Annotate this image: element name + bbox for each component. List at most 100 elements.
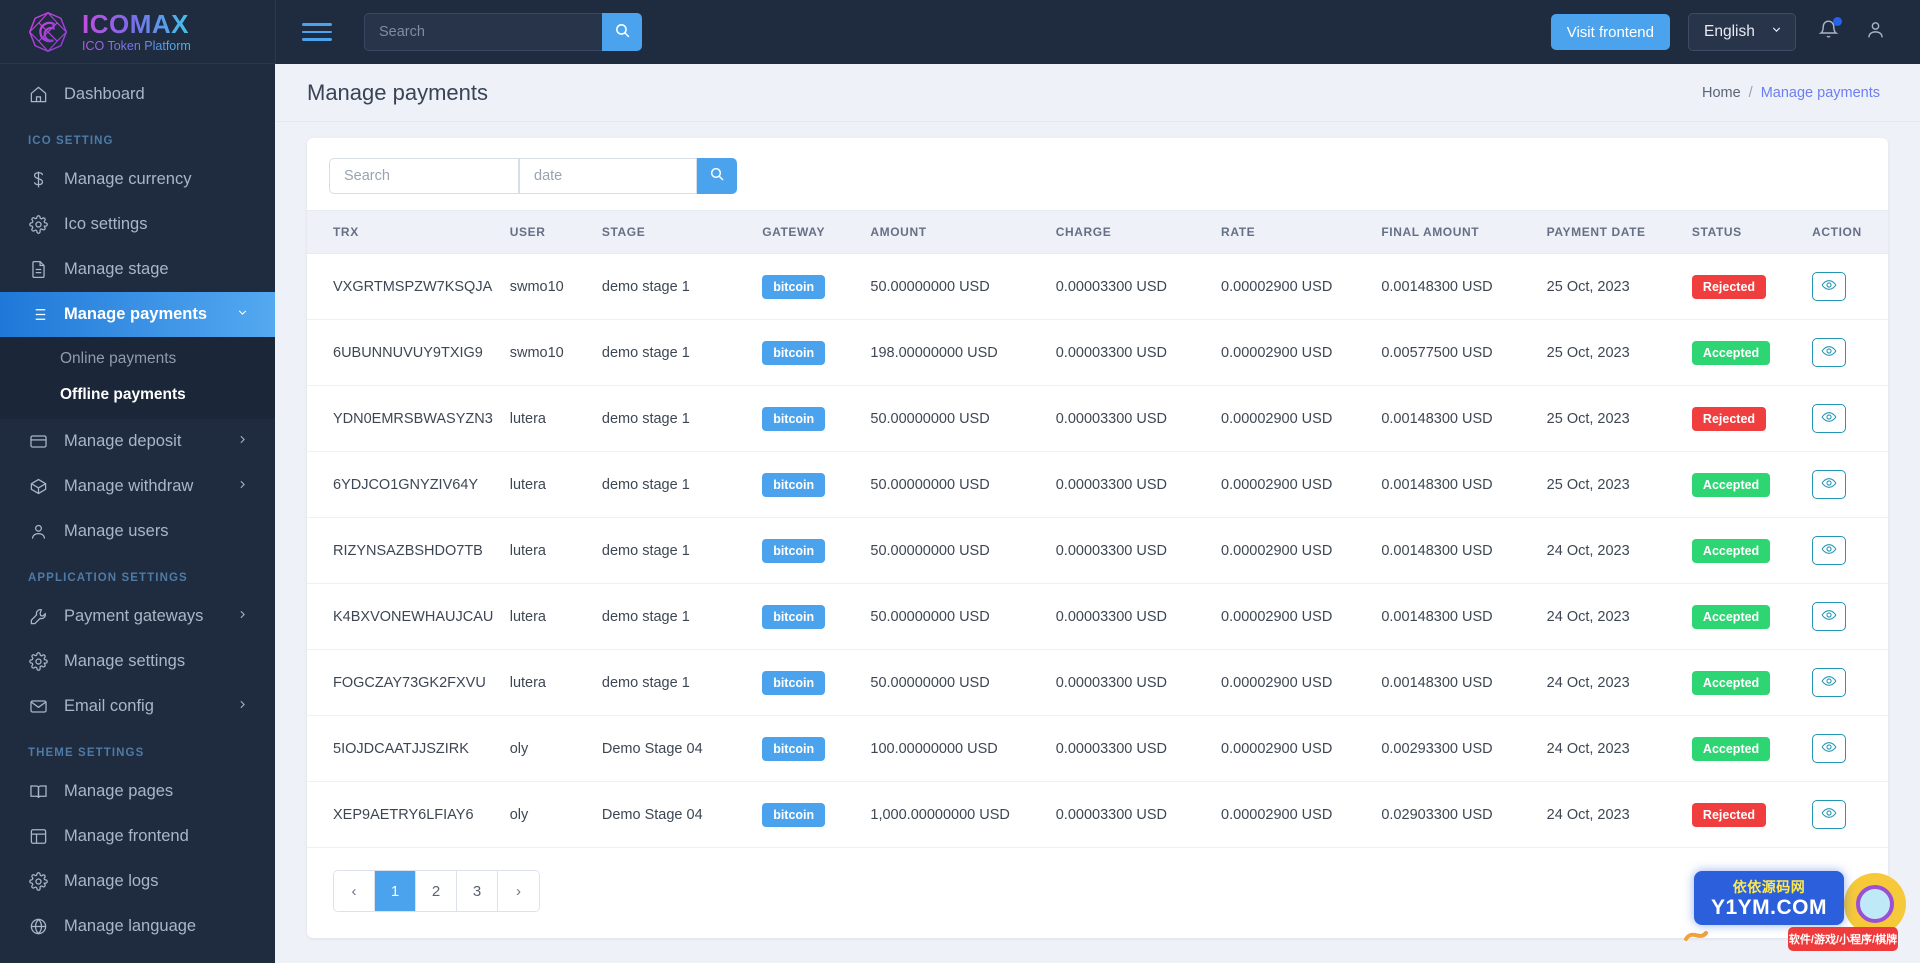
sidebar-item-manage-logs[interactable]: Manage logs [0,859,275,904]
pagination-next[interactable]: › [498,871,539,911]
status-badge: Accepted [1691,736,1771,761]
sidebar-item-manage-deposit[interactable]: Manage deposit [0,419,275,464]
pagination-prev[interactable]: ‹ [334,871,375,911]
topbar-actions: Visit frontend English [1550,13,1890,51]
chevron-right-icon [236,477,249,496]
cell-status: Accepted [1683,517,1805,584]
cell-amount: 50.00000000 USD [862,649,1048,716]
brand[interactable]: ICOMAX ICO Token Platform [0,0,275,64]
notification-badge [1833,17,1842,26]
cell-status: Rejected [1683,781,1805,848]
chevron-right-icon [236,697,249,716]
view-details-button[interactable] [1812,602,1847,631]
pagination-page-1[interactable]: 1 [375,871,416,911]
table-row: 6UBUNNUVUY9TXIG9 swmo10 demo stage 1 bitcoi… [307,319,1888,386]
gear-icon [28,215,48,235]
page-content: TRX USER STAGE GATEWAY AMOUNT CHARGE RAT… [275,122,1920,963]
gateway-badge: bitcoin [762,604,826,629]
sidebar-item-manage-users[interactable]: Manage users [0,509,275,554]
filter-search-input[interactable] [329,158,519,194]
cell-status: Rejected [1683,385,1805,452]
profile-button[interactable] [1861,15,1890,49]
cell-trx: K4BXVONEWHAUJCAU [307,583,502,650]
cell-user: lutera [501,451,594,518]
language-select[interactable]: English [1688,13,1796,51]
view-details-button[interactable] [1812,536,1847,565]
search-button[interactable] [602,13,642,51]
view-details-button[interactable] [1812,470,1847,499]
cell-payment-date: 24 Oct, 2023 [1538,649,1684,716]
sidebar-item-label: Dashboard [64,85,145,103]
breadcrumb-home[interactable]: Home [1702,85,1741,101]
cell-payment-date: 24 Oct, 2023 [1538,715,1684,782]
breadcrumb-separator: / [1748,84,1753,101]
sidebar-subitem-offline-payments[interactable]: Offline payments [0,377,275,413]
gear-icon [28,652,48,672]
table-row: K4BXVONEWHAUJCAU lutera demo stage 1 bitcoi… [307,583,1888,650]
cell-action [1804,253,1888,320]
filter-submit-button[interactable] [697,158,737,194]
cell-charge: 0.00003300 USD [1047,583,1214,650]
cell-stage: demo stage 1 [593,451,755,518]
status-badge: Accepted [1691,538,1771,563]
chevron-down-icon [236,305,249,324]
sidebar-item-email-config[interactable]: Email config [0,684,275,729]
sidebar-item-manage-payments[interactable]: Manage payments [0,292,275,337]
sidebar-item-ico-settings[interactable]: Ico settings [0,202,275,247]
sidebar-item-manage-language[interactable]: Manage language [0,904,275,949]
cell-charge: 0.00003300 USD [1047,715,1214,782]
sidebar-item-manage-settings[interactable]: Manage settings [0,639,275,684]
table-row: FOGCZAY73GK2FXVU lutera demo stage 1 bitcoi… [307,649,1888,716]
cell-charge: 0.00003300 USD [1047,451,1214,518]
eye-icon [1821,409,1837,429]
cell-status: Accepted [1683,451,1805,518]
table-header-row: TRX USER STAGE GATEWAY AMOUNT CHARGE RAT… [307,210,1888,254]
cell-rate: 0.00002900 USD [1213,649,1374,716]
sidebar-item-manage-pages[interactable]: Manage pages [0,769,275,814]
view-details-button[interactable] [1812,404,1847,433]
document-icon [28,260,48,280]
view-details-button[interactable] [1812,734,1847,763]
cell-charge: 0.00003300 USD [1047,253,1214,320]
sidebar-item-manage-currency[interactable]: Manage currency [0,157,275,202]
sidebar-item-payment-gateways[interactable]: Payment gateways [0,594,275,639]
view-details-button[interactable] [1812,668,1847,697]
visit-frontend-button[interactable]: Visit frontend [1550,14,1670,50]
view-details-button[interactable] [1812,272,1847,301]
view-details-button[interactable] [1812,800,1847,829]
eye-icon [1821,541,1837,561]
column-header-amount: AMOUNT [862,210,1048,254]
notifications-button[interactable] [1814,15,1843,49]
cell-user: lutera [501,649,594,716]
layout-icon [28,827,48,847]
search-icon [614,22,631,42]
table-row: 6YDJCO1GNYZIV64Y lutera demo stage 1 bitcoi… [307,451,1888,518]
cell-gateway: bitcoin [754,583,863,650]
sidebar-item-label: Manage withdraw [64,477,194,495]
pagination-page-2[interactable]: 2 [416,871,457,911]
sidebar-item-manage-frontend[interactable]: Manage frontend [0,814,275,859]
cell-stage: demo stage 1 [593,649,755,716]
sidebar-subitem-online-payments[interactable]: Online payments [0,341,275,377]
view-details-button[interactable] [1812,338,1847,367]
cell-gateway: bitcoin [754,649,863,716]
hamburger-icon[interactable] [302,19,336,45]
cell-charge: 0.00003300 USD [1047,649,1214,716]
search-input[interactable] [364,13,602,51]
eye-icon [1821,805,1837,825]
sidebar-item-label: Manage currency [64,170,192,188]
sidebar-item-manage-withdraw[interactable]: Manage withdraw [0,464,275,509]
cell-status: Accepted [1683,319,1805,386]
sidebar: ICOMAX ICO Token Platform Dashboard ICO … [0,0,275,963]
status-badge: Accepted [1691,340,1771,365]
pagination-page-3[interactable]: 3 [457,871,498,911]
column-header-trx: TRX [307,210,502,254]
sidebar-item-dashboard[interactable]: Dashboard [0,72,275,117]
filter-date-input[interactable] [519,158,697,194]
table-head: TRX USER STAGE GATEWAY AMOUNT CHARGE RAT… [307,210,1888,254]
brand-subtitle: ICO Token Platform [82,38,191,53]
sidebar-item-manage-stage[interactable]: Manage stage [0,247,275,292]
cell-charge: 0.00003300 USD [1047,319,1214,386]
cell-user: oly [501,781,594,848]
cell-amount: 50.00000000 USD [862,451,1048,518]
